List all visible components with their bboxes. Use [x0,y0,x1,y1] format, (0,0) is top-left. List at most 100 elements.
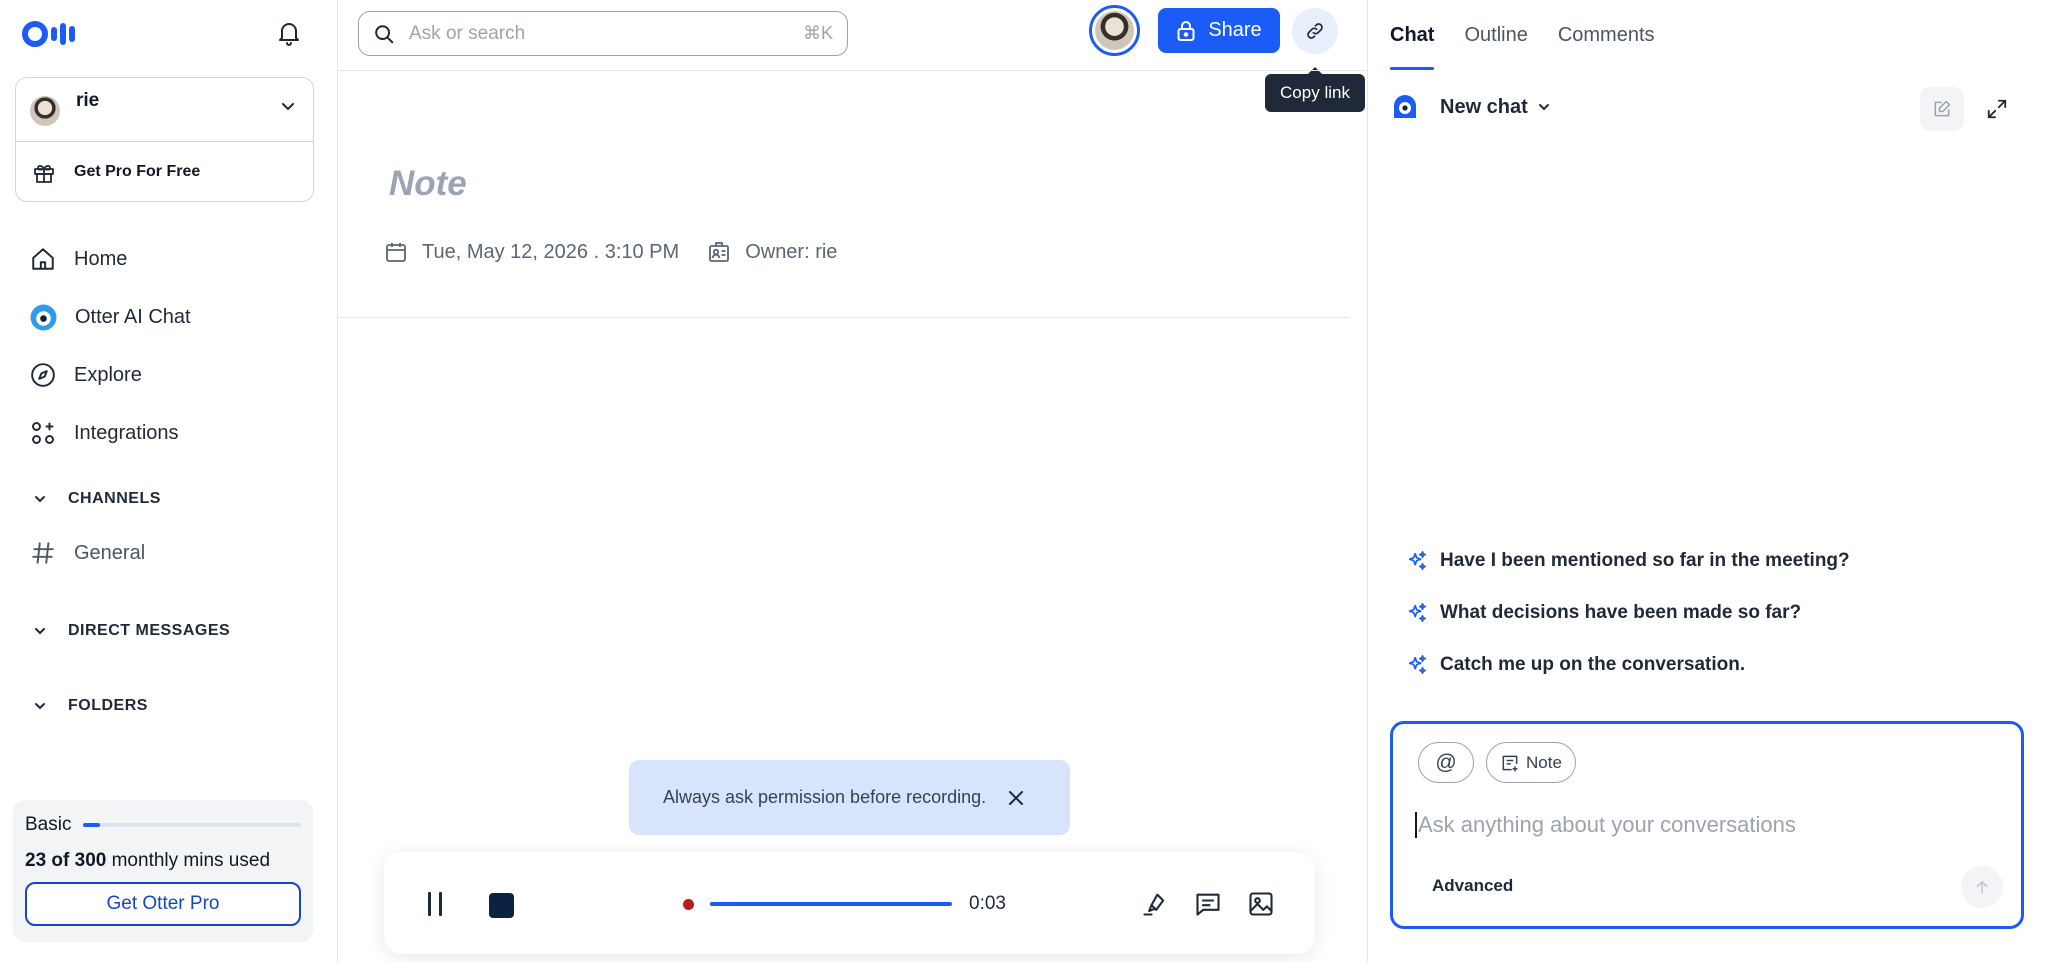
search-input[interactable]: Ask or search ⌘K [358,11,848,56]
recording-permission-toast: Always ask permission before recording. [629,760,1070,835]
gift-icon [32,160,56,184]
sparkle-icon [1406,602,1428,624]
copy-link-tooltip: Copy link [1265,67,1365,112]
direct-messages-section-label: DIRECT MESSAGES [68,622,231,639]
plan-card: Basic 23 of 300 monthly mins used Get Ot… [13,800,313,942]
sidebar-item-label: Home [74,247,128,270]
pause-button[interactable] [428,892,442,916]
channel-general[interactable]: General [30,540,145,566]
chat-header: New chat [1392,94,1550,120]
recording-controls: 0:03 [384,852,1315,954]
sidebar-item-home[interactable]: Home [0,230,338,288]
sidebar: rie Get Pro For Free Home Otter AI Chat [0,0,338,962]
suggested-prompt-label: What decisions have been made so far? [1440,602,1802,623]
otter-ai-icon [30,304,57,331]
usage-progress-bar [83,823,301,827]
get-pro-free-button[interactable]: Get Pro For Free [16,142,313,202]
usage-text: 23 of 300 monthly mins used [25,850,301,872]
sparkle-icon [1406,654,1428,676]
copy-link-button[interactable] [1292,8,1338,54]
suggested-prompt[interactable]: What decisions have been made so far? [1406,587,1850,639]
channels-section-toggle[interactable]: CHANNELS [34,490,161,508]
account-card: rie Get Pro For Free [15,77,314,202]
link-icon [1305,21,1325,41]
sidebar-item-label: Otter AI Chat [75,305,191,328]
account-switcher[interactable]: rie [16,78,313,142]
note-context-button[interactable]: Note [1486,742,1576,783]
advanced-toggle[interactable]: Advanced [1432,876,1513,896]
search-icon [373,23,395,45]
close-icon[interactable] [1008,790,1024,806]
usage-suffix: monthly mins used [106,850,271,871]
folders-section-toggle[interactable]: FOLDERS [34,697,148,715]
divider [338,70,1368,71]
tab-chat[interactable]: Chat [1390,0,1435,70]
suggested-prompt[interactable]: Catch me up on the conversation. [1406,639,1850,691]
note-title-input[interactable]: Note [389,164,467,204]
avatar [1095,11,1134,50]
chevron-down-icon [34,702,46,710]
tab-comments[interactable]: Comments [1558,0,1655,70]
toast-message: Always ask permission before recording. [663,787,987,807]
user-name: rie [76,90,100,111]
share-label: Share [1208,19,1262,41]
sidebar-item-label: Explore [74,363,142,386]
lock-icon [1176,20,1196,42]
arrow-up-icon [1973,878,1991,896]
note-chip-label: Note [1526,752,1562,772]
folders-section-label: FOLDERS [68,697,148,714]
suggested-prompt-label: Catch me up on the conversation. [1440,654,1746,675]
get-pro-free-label: Get Pro For Free [74,163,201,180]
sidebar-nav: Home Otter AI Chat Explore Integrations [0,230,338,462]
calendar-icon [384,240,408,264]
share-button[interactable]: Share [1158,8,1280,53]
stop-button[interactable] [489,893,514,918]
chat-selector[interactable]: New chat [1440,96,1550,119]
sidebar-item-integrations[interactable]: Integrations [0,404,338,462]
suggested-prompt-label: Have I been mentioned so far in the meet… [1440,550,1850,571]
edit-icon [1932,99,1952,119]
search-placeholder: Ask or search [409,22,526,44]
expand-icon[interactable] [1986,98,2008,120]
owner-icon [707,240,731,264]
note-owner: Owner: rie [745,240,838,263]
chat-title: New chat [1440,95,1528,118]
send-button[interactable] [1961,866,2003,908]
note-date: Tue, May 12, 2026 . 3:10 PM [422,240,680,263]
channels-section-label: CHANNELS [68,490,161,507]
channel-label: General [74,541,146,564]
get-otter-pro-button[interactable]: Get Otter Pro [25,882,301,926]
chevron-down-icon [34,495,46,503]
suggested-prompt[interactable]: Have I been mentioned so far in the meet… [1406,535,1850,587]
comment-icon[interactable] [1194,890,1222,918]
mention-button[interactable]: @ [1418,742,1474,783]
direct-messages-section-toggle[interactable]: DIRECT MESSAGES [34,622,230,640]
tab-outline[interactable]: Outline [1464,0,1527,70]
recording-progress-bar [710,902,952,906]
image-icon[interactable] [1247,890,1275,918]
divider [338,317,1350,318]
sidebar-item-otter-ai-chat[interactable]: Otter AI Chat [0,288,338,346]
otter-logo[interactable] [22,20,75,48]
usage-amount: 23 of 300 [25,850,107,871]
note-add-icon [1500,753,1520,773]
note-meta: Tue, May 12, 2026 . 3:10 PM Owner: rie [384,240,837,264]
recording-time: 0:03 [969,893,1006,914]
chevron-down-icon [281,102,295,111]
notifications-bell-icon[interactable] [277,20,301,46]
chat-input[interactable]: Ask anything about your conversations [1415,812,1796,838]
divider [1367,0,1368,962]
highlight-icon[interactable] [1141,890,1169,918]
suggested-prompts: Have I been mentioned so far in the meet… [1406,535,1850,691]
sidebar-item-explore[interactable]: Explore [0,346,338,404]
participant-avatar[interactable] [1089,5,1140,56]
integrations-icon [30,420,56,446]
plan-name: Basic [25,814,72,835]
sparkle-icon [1406,550,1428,572]
home-icon [30,246,56,272]
compass-icon [30,362,56,388]
right-panel-tabs: Chat Outline Comments [1390,0,1655,70]
chevron-down-icon [1538,103,1550,111]
search-shortcut: ⌘K [802,23,833,43]
new-chat-button[interactable] [1920,87,1964,131]
